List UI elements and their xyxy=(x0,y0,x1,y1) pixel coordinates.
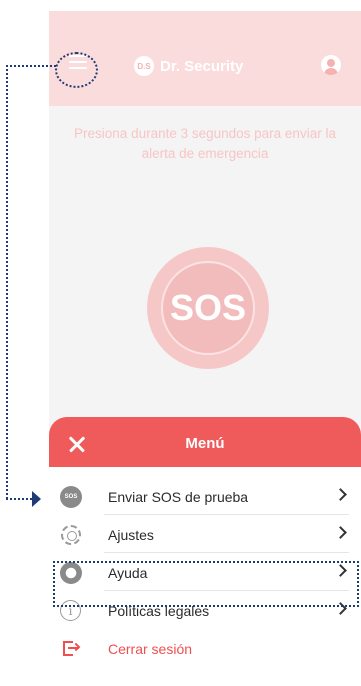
annotation-connector xyxy=(6,65,8,499)
logout-icon xyxy=(60,638,82,660)
sos-icon: SOS xyxy=(60,486,82,508)
top-bar: D.S Dr. Security xyxy=(49,11,361,106)
menu-item-label: Enviar SOS de prueba xyxy=(108,489,249,505)
instructions-text: Presiona durante 3 segundos para enviar … xyxy=(74,126,336,161)
sos-button[interactable]: SOS xyxy=(161,261,255,355)
chevron-right-icon xyxy=(334,526,347,539)
chevron-right-icon xyxy=(334,488,347,501)
gear-icon xyxy=(60,524,82,546)
brand-logo: D.S xyxy=(134,56,154,76)
menu-item-settings[interactable]: Ajustes xyxy=(49,515,361,553)
brand-name: Dr. Security xyxy=(160,57,244,75)
profile-icon[interactable] xyxy=(321,55,341,75)
brand: D.S Dr. Security xyxy=(134,55,243,77)
annotation-highlight-box xyxy=(53,561,359,607)
menu-header: Menú xyxy=(49,417,361,467)
menu-item-label: Cerrar sesión xyxy=(108,641,193,657)
annotation-connector xyxy=(6,498,32,500)
menu-title: Menú xyxy=(185,435,225,452)
annotation-circle xyxy=(55,52,98,88)
menu-item-label: Ajustes xyxy=(108,527,154,543)
menu-item-logout[interactable]: Cerrar sesión xyxy=(49,629,361,667)
annotation-connector xyxy=(6,65,56,67)
annotation-arrow-icon xyxy=(32,491,41,507)
menu-item-send-test-sos[interactable]: SOS Enviar SOS de prueba xyxy=(49,477,361,515)
